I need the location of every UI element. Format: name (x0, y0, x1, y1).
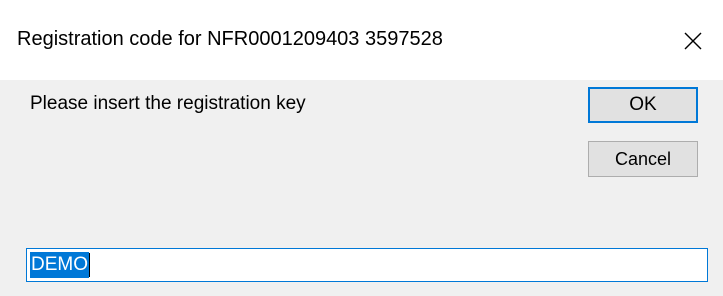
registration-key-value: DEMO (30, 252, 89, 278)
prompt-label: Please insert the registration key (30, 93, 306, 114)
cancel-button[interactable]: Cancel (588, 141, 698, 177)
window-title: Registration code for NFR0001209403 3597… (17, 28, 443, 50)
registration-key-input[interactable]: DEMO (26, 248, 708, 282)
ok-button[interactable]: OK (588, 87, 698, 123)
title-bar: Registration code for NFR0001209403 3597… (0, 0, 723, 80)
close-button[interactable] (663, 0, 723, 80)
close-icon (684, 32, 702, 50)
text-caret (89, 253, 90, 277)
registration-dialog: Registration code for NFR0001209403 3597… (0, 0, 723, 296)
